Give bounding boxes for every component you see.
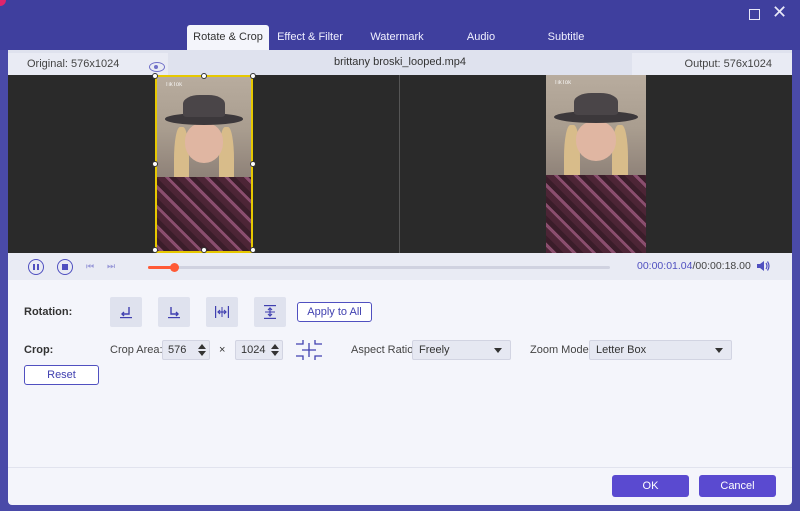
apply-to-all-button[interactable]: Apply to All — [297, 302, 372, 322]
tab-watermark[interactable]: Watermark — [351, 25, 443, 50]
rotate-right-button[interactable] — [158, 297, 190, 327]
crop-width-stepper[interactable]: 576 — [162, 340, 210, 360]
video-frame-detail — [157, 177, 251, 251]
editor-panel: Original: 576x1024 brittany broski_loope… — [8, 50, 792, 505]
current-time: 00:00:01.04 — [637, 260, 693, 272]
center-crop-icon[interactable] — [295, 339, 323, 361]
aspect-ratio-value: Freely — [419, 344, 450, 356]
crop-handle-top[interactable] — [201, 73, 207, 79]
tab-audio[interactable]: Audio — [443, 25, 519, 50]
original-resolution-label: Original: 576x1024 — [27, 58, 120, 70]
tab-rotate-crop[interactable]: Rotate & Crop — [187, 25, 269, 50]
footer-divider — [8, 467, 792, 468]
tiktok-watermark: TikTok — [165, 82, 183, 88]
chevron-down-icon — [715, 348, 723, 353]
rotation-label: Rotation: — [24, 306, 73, 318]
rotate-left-icon — [120, 307, 132, 319]
crop-height-stepper[interactable]: 1024 — [235, 340, 283, 360]
time-display: 00:00:01.04/00:00:18.00 — [637, 260, 751, 272]
video-frame-detail — [183, 95, 225, 117]
crop-handle-top-left[interactable] — [152, 73, 158, 79]
tab-effect-filter[interactable]: Effect & Filter — [269, 25, 351, 50]
video-frame-detail — [576, 121, 616, 161]
tab-subtitle[interactable]: Subtitle — [519, 25, 613, 50]
timeline-handle[interactable] — [170, 263, 180, 272]
controls-area: Rotation: Apply to All Crop: Crop Area: … — [8, 280, 792, 505]
previous-frame-icon[interactable]: ⏮ — [86, 262, 96, 272]
file-name: brittany broski_looped.mp4 — [333, 56, 467, 68]
decrement-icon[interactable] — [271, 351, 279, 356]
times-sign: × — [219, 344, 226, 356]
original-video-frame[interactable]: TikTok — [155, 75, 253, 253]
crop-handle-right[interactable] — [250, 161, 256, 167]
reset-button[interactable]: Reset — [24, 365, 99, 385]
next-frame-icon[interactable]: ⏭ — [107, 262, 117, 272]
increment-icon[interactable] — [271, 344, 279, 349]
eye-icon[interactable] — [149, 62, 165, 72]
zoom-mode-value: Letter Box — [596, 344, 647, 356]
maximize-icon[interactable] — [749, 9, 760, 20]
app-corner-mark — [0, 0, 6, 6]
tiktok-watermark: TikTok — [554, 80, 572, 86]
playback-bar: ⏮ ⏭ 00:00:01.04/00:00:18.00 — [8, 253, 792, 280]
crop-area-label: Crop Area: — [110, 344, 163, 356]
timeline-slider[interactable] — [148, 263, 610, 272]
decrement-icon[interactable] — [198, 351, 206, 356]
preview-divider — [399, 75, 400, 253]
pause-icon[interactable] — [28, 259, 44, 275]
rotate-left-button[interactable] — [110, 297, 142, 327]
video-frame-detail — [185, 123, 223, 163]
zoom-mode-select[interactable]: Letter Box — [589, 340, 732, 360]
zoom-mode-label: Zoom Mode: — [530, 344, 592, 356]
rotate-right-icon — [168, 307, 180, 319]
flip-horizontal-icon — [215, 306, 229, 318]
crop-handle-top-right[interactable] — [250, 73, 256, 79]
video-frame-detail — [574, 93, 618, 115]
volume-icon[interactable] — [756, 260, 770, 272]
video-frame-detail — [546, 175, 646, 253]
aspect-ratio-label: Aspect Ratio: — [351, 344, 417, 356]
close-icon[interactable]: ✕ — [772, 4, 787, 22]
increment-icon[interactable] — [198, 344, 206, 349]
cancel-button[interactable]: Cancel — [699, 475, 776, 497]
aspect-ratio-select[interactable]: Freely — [412, 340, 511, 360]
flip-horizontal-button[interactable] — [206, 297, 238, 327]
ok-button[interactable]: OK — [612, 475, 689, 497]
stop-icon[interactable] — [57, 259, 73, 275]
chevron-down-icon — [494, 348, 502, 353]
output-resolution: Output: 576x1024 — [632, 53, 792, 75]
crop-height-value: 1024 — [241, 344, 266, 356]
flip-vertical-button[interactable] — [254, 297, 286, 327]
tab-bar: Rotate & Crop Effect & Filter Watermark … — [187, 25, 613, 50]
output-video-frame: TikTok — [546, 75, 646, 253]
duration: 00:00:18.00 — [695, 260, 751, 272]
crop-label: Crop: — [24, 344, 54, 356]
original-resolution: Original: 576x1024 — [8, 53, 168, 75]
flip-vertical-icon — [264, 305, 276, 319]
crop-width-value: 576 — [168, 344, 187, 356]
preview-area: TikTok TikTok — [8, 73, 792, 253]
crop-handle-left[interactable] — [152, 161, 158, 167]
info-bar: Original: 576x1024 brittany broski_loope… — [8, 50, 792, 75]
